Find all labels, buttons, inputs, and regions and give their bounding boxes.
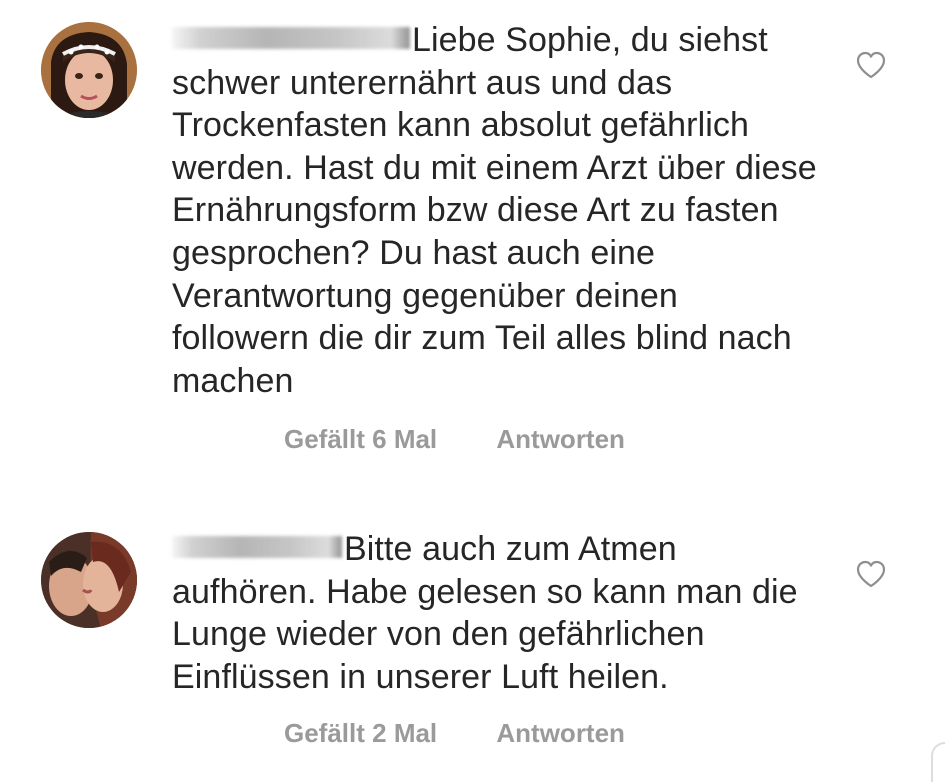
avatar-photo-1 xyxy=(41,22,137,118)
username-redacted[interactable] xyxy=(172,27,410,50)
comment-text: Bitte auch zum Atmen aufhören. Habe gele… xyxy=(172,528,822,698)
comment: Liebe Sophie, du siehst schwer unterernä… xyxy=(0,0,945,470)
comment-text: Liebe Sophie, du siehst schwer unterernä… xyxy=(172,19,822,402)
screen-edge xyxy=(931,742,945,782)
like-count-button[interactable]: Gefällt 6 Mal xyxy=(284,424,437,455)
comment-actions: Gefällt 2 Mal Antworten xyxy=(284,718,625,749)
reply-button[interactable]: Antworten xyxy=(496,718,625,749)
comment-actions: Gefällt 6 Mal Antworten xyxy=(284,424,625,455)
comment: Bitte auch zum Atmen aufhören. Habe gele… xyxy=(0,500,945,782)
avatar[interactable] xyxy=(41,532,137,628)
like-count-button[interactable]: Gefällt 2 Mal xyxy=(284,718,437,749)
heart-outline-icon[interactable] xyxy=(855,50,887,80)
reply-button[interactable]: Antworten xyxy=(496,424,625,455)
comment-text-content: Liebe Sophie, du siehst schwer unterernä… xyxy=(172,21,817,400)
avatar-photo-2 xyxy=(41,532,137,628)
heart-outline-icon[interactable] xyxy=(855,559,887,589)
avatar[interactable] xyxy=(41,22,137,118)
username-redacted[interactable] xyxy=(172,536,342,559)
